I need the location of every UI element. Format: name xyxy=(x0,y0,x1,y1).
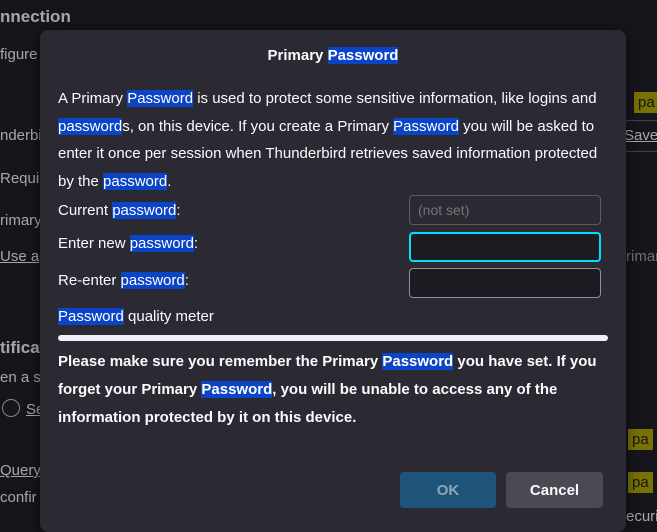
new-password-label: Enter new password: xyxy=(58,235,199,252)
dialog-title: Primary Password xyxy=(267,47,399,64)
primary-password-dialog: Primary Password A Primary Password is u… xyxy=(40,30,626,532)
current-password-field xyxy=(409,195,601,225)
password-quality-meter xyxy=(58,335,608,341)
reenter-password-field[interactable] xyxy=(409,268,601,298)
dialog-description: A Primary Password is used to protect so… xyxy=(58,90,598,190)
cancel-button[interactable]: Cancel xyxy=(506,472,603,508)
ok-button[interactable]: OK xyxy=(400,472,496,508)
new-password-field[interactable] xyxy=(409,232,601,262)
quality-meter-label: Password quality meter xyxy=(58,308,214,325)
reenter-password-label: Re-enter password: xyxy=(58,272,189,289)
current-password-label: Current password: xyxy=(58,202,181,219)
warning-text: Please make sure you remember the Primar… xyxy=(58,353,597,426)
